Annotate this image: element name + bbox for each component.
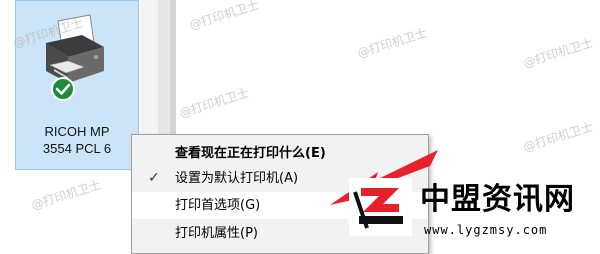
menu-item-see-whats-printing[interactable]: 查看现在正在打印什么(E) [132, 140, 428, 167]
brand-url: www.lygzmsy.com [424, 223, 548, 237]
checkmark-icon: ✓ [148, 170, 160, 186]
menu-item-label: 打印首选项(G) [175, 198, 261, 213]
brand-logo [349, 178, 412, 236]
printer-name-line2: 3554 PCL 6 [42, 141, 112, 156]
brand-logo-icon [351, 180, 410, 234]
desktop-background: RICOH MP 3554 PCL 6 @打印机卫士 @打印机卫士 @打印机卫士… [0, 0, 600, 254]
watermark-text: @打印机卫士 [29, 177, 103, 213]
brand-name: 中盟资讯网 [420, 182, 575, 217]
menu-item-label: 查看现在正在打印什么(E) [175, 146, 326, 161]
printer-name-line1: RICOH MP [44, 124, 110, 139]
printer-label: RICOH MP 3554 PCL 6 [16, 123, 138, 157]
default-check-icon [51, 77, 75, 101]
menu-item-label: 设置为默认打印机(A) [175, 171, 299, 186]
